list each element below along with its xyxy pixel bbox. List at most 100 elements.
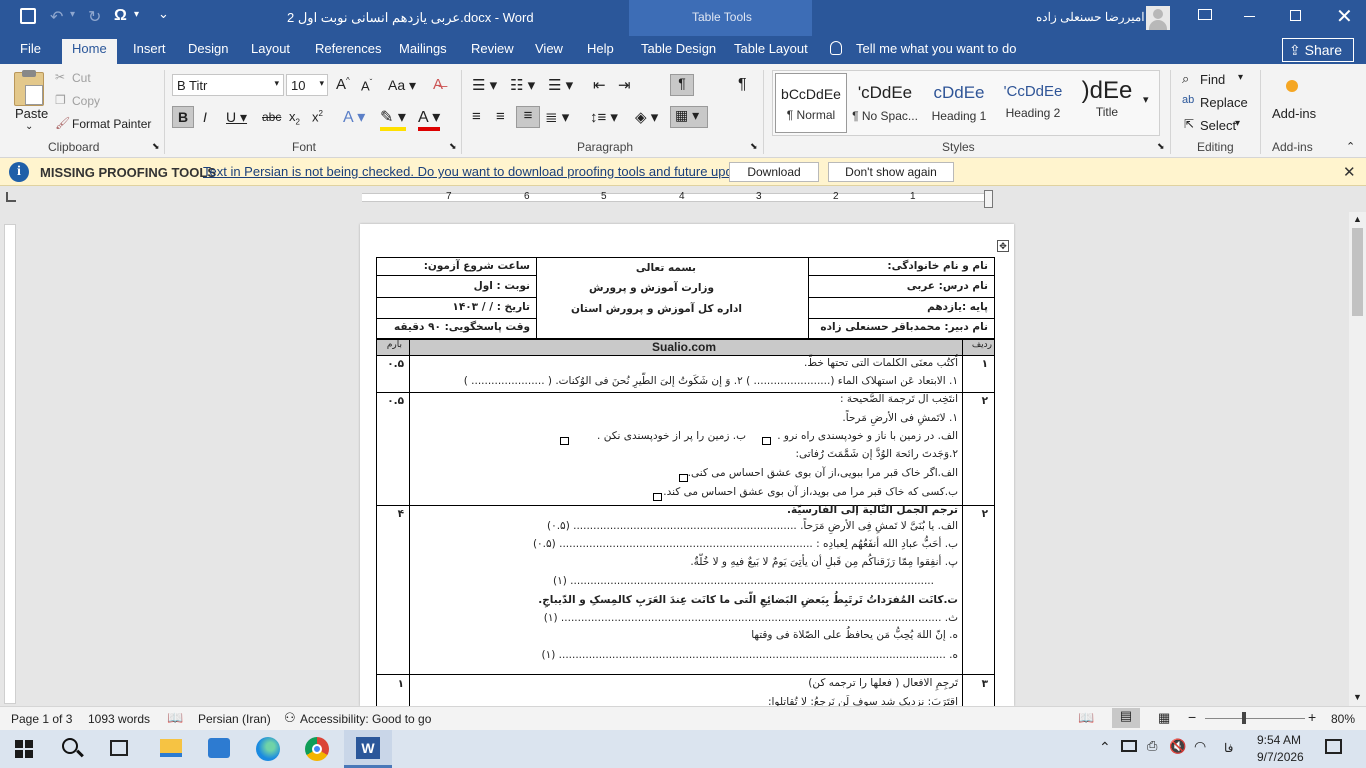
chrome-icon[interactable] (305, 737, 329, 761)
proofing-icon[interactable]: 📖 (167, 710, 183, 726)
input-language-indicator[interactable]: فا (1224, 741, 1233, 755)
checkbox-icon[interactable] (653, 489, 662, 503)
windows-start-icon[interactable] (15, 740, 33, 758)
tab-review[interactable]: Review (471, 41, 514, 56)
clear-formatting-icon[interactable]: A̶ (433, 76, 443, 93)
styles-more-icon[interactable]: ▾ (1143, 93, 1149, 106)
tell-me-search[interactable]: Tell me what you want to do (856, 41, 1016, 56)
shrink-font-icon[interactable]: Aˇ (361, 78, 372, 93)
redo-icon[interactable]: ↻ (88, 7, 101, 27)
tab-insert[interactable]: Insert (133, 41, 166, 56)
italic-icon[interactable]: I (203, 109, 207, 125)
horizontal-ruler[interactable]: 7 6 5 4 3 2 1 (0, 190, 1366, 208)
accessibility-status[interactable]: Accessibility: Good to go (300, 712, 431, 726)
zoom-slider[interactable] (1205, 718, 1305, 719)
tab-selector-icon[interactable] (6, 192, 16, 202)
highlight-icon[interactable]: ✎ ▾ (380, 107, 406, 131)
user-name[interactable]: امیررضا حسنعلی زاده (1036, 10, 1145, 24)
clipboard-launcher-icon[interactable]: ⬊ (152, 141, 160, 152)
tab-view[interactable]: View (535, 41, 563, 56)
restore-icon[interactable] (1290, 10, 1301, 21)
borders-icon[interactable]: ▦ ▾ (670, 106, 708, 128)
edge-icon[interactable] (256, 737, 280, 761)
paste-icon[interactable] (14, 70, 44, 106)
styles-launcher-icon[interactable]: ⬊ (1157, 141, 1165, 152)
checkbox-icon[interactable] (679, 470, 688, 484)
strikethrough-icon[interactable]: abc (262, 110, 281, 124)
tab-design[interactable]: Design (188, 41, 228, 56)
word-taskbar-button[interactable]: W (344, 730, 392, 768)
show-hide-marks-icon[interactable]: ¶ (738, 76, 747, 94)
numbering-icon[interactable]: ☷ ▾ (510, 76, 535, 94)
close-icon[interactable]: ✕ (1336, 4, 1353, 29)
font-launcher-icon[interactable]: ⬊ (449, 141, 457, 152)
align-right-icon[interactable]: ≡ (516, 106, 540, 128)
read-mode-icon[interactable]: 📖 (1078, 710, 1094, 726)
checkbox-icon[interactable] (560, 433, 569, 447)
justify-icon[interactable]: ≣ ▾ (545, 108, 569, 126)
store-icon[interactable] (208, 738, 230, 758)
font-size-combo[interactable]: 10 ▾ (286, 74, 328, 96)
style-normal[interactable]: bCcDdEe ¶ Normal (775, 73, 847, 133)
file-explorer-icon[interactable] (160, 739, 182, 757)
bold-icon[interactable]: B (172, 106, 194, 128)
avatar[interactable] (1146, 6, 1170, 30)
subscript-icon[interactable]: x2 (289, 109, 300, 127)
tab-table-design[interactable]: Table Design (641, 41, 716, 56)
style-heading-2[interactable]: 'CcDdEe Heading 2 (997, 77, 1069, 135)
zoom-slider-thumb[interactable] (1242, 712, 1246, 724)
task-view-icon[interactable] (110, 740, 128, 756)
symbol-dropdown-icon[interactable]: ▾ (134, 9, 139, 20)
tab-home[interactable]: Home (62, 39, 117, 64)
text-effects-icon[interactable]: A ▾ (343, 107, 365, 127)
align-left-icon[interactable]: ≡ (472, 108, 481, 125)
format-painter-button[interactable]: Format Painter (72, 117, 151, 131)
copy-button[interactable]: Copy (72, 94, 100, 108)
minimize-icon[interactable] (1244, 16, 1255, 17)
align-center-icon[interactable]: ≡ (496, 108, 505, 125)
indent-marker-icon[interactable] (984, 190, 993, 208)
save-icon[interactable] (20, 8, 36, 24)
font-color-icon[interactable]: A ▾ (418, 107, 441, 131)
select-button[interactable]: Select (1200, 118, 1236, 133)
clock-time[interactable]: 9:54 AM (1257, 733, 1301, 747)
addins-button[interactable]: Add-ins (1272, 106, 1316, 121)
message-link[interactable]: Text in Persian is not being checked. Do… (203, 164, 765, 179)
cut-button[interactable]: Cut (72, 71, 91, 85)
checkbox-icon[interactable] (762, 433, 771, 447)
decrease-indent-icon[interactable]: ⇤ (593, 76, 606, 94)
rtl-direction-icon[interactable]: ¶ (670, 74, 694, 96)
close-message-icon[interactable]: ✕ (1343, 163, 1356, 181)
ribbon-display-icon[interactable] (1198, 9, 1212, 20)
select-dropdown-icon[interactable]: ▾ (1235, 118, 1240, 129)
dont-show-again-button[interactable]: Don't show again (828, 162, 954, 182)
wifi-icon[interactable]: ◠ (1194, 738, 1206, 755)
tray-chevron-up-icon[interactable]: ⌃ (1099, 739, 1111, 756)
underline-icon[interactable]: U ▾ (226, 109, 247, 126)
share-button[interactable]: ⇪ Share (1282, 38, 1354, 62)
paste-button[interactable]: Paste (15, 106, 48, 121)
download-button[interactable]: Download (729, 162, 819, 182)
line-spacing-icon[interactable]: ↕≡ ▾ (590, 108, 618, 126)
zoom-level[interactable]: 80% (1331, 712, 1355, 726)
word-count[interactable]: 1093 words (88, 712, 150, 726)
print-layout-icon[interactable]: ▤ (1112, 708, 1140, 728)
replace-button[interactable]: Replace (1200, 95, 1248, 110)
tab-help[interactable]: Help (587, 41, 614, 56)
superscript-icon[interactable]: x2 (312, 109, 323, 124)
tab-references[interactable]: References (315, 41, 381, 56)
vertical-scrollbar[interactable]: ▲ ▼ (1349, 212, 1366, 706)
font-name-combo[interactable]: B Titr ▾ (172, 74, 284, 96)
volume-muted-icon[interactable]: 🔇 (1169, 738, 1186, 755)
multilevel-list-icon[interactable]: ☰ ▾ (548, 76, 573, 94)
clock-date[interactable]: 9/7/2026 (1257, 750, 1304, 764)
increase-indent-icon[interactable]: ⇥ (618, 76, 631, 94)
meet-icon[interactable]: ⎙ (1147, 738, 1157, 754)
network-icon[interactable] (1121, 740, 1137, 752)
undo-icon[interactable]: ↶ (50, 7, 63, 27)
grow-font-icon[interactable]: A^ (336, 76, 350, 93)
web-layout-icon[interactable]: ▦ (1158, 710, 1170, 726)
tab-layout[interactable]: Layout (251, 41, 290, 56)
find-dropdown-icon[interactable]: ▾ (1238, 72, 1243, 83)
undo-dropdown-icon[interactable]: ▾ (70, 9, 75, 20)
